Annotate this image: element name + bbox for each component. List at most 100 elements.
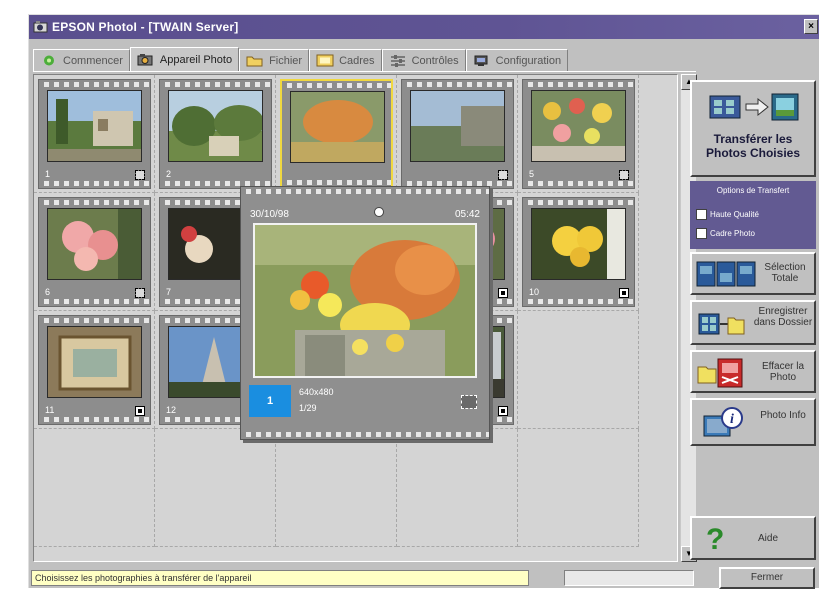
tab-label: Fichier bbox=[269, 54, 303, 67]
preview-resolution: 640x480 bbox=[299, 387, 334, 397]
film-sprockets bbox=[39, 200, 150, 205]
tab-fichier[interactable]: Fichier bbox=[239, 49, 310, 71]
photo-info-icon: i bbox=[702, 406, 746, 443]
help-icon: ? bbox=[706, 523, 725, 556]
thumbnail-number: 2 bbox=[166, 169, 172, 179]
thumbnail-cell[interactable]: 11 bbox=[34, 311, 155, 429]
thumbnail-image bbox=[410, 90, 505, 162]
thumbnail-frame: 11 bbox=[38, 315, 151, 425]
start-icon bbox=[40, 54, 58, 67]
thumbnail-cell[interactable]: 2 bbox=[155, 75, 276, 193]
frame-icon bbox=[316, 54, 334, 67]
thumbnail-number: 1 bbox=[45, 169, 51, 179]
thumbnail-frame: 10 bbox=[522, 197, 635, 307]
tab-label: Contrôles bbox=[411, 54, 459, 67]
delete-photo-button[interactable]: Effacer la Photo bbox=[690, 350, 816, 393]
thumbnail-frame-selected bbox=[280, 79, 393, 189]
thumbnail-frame: 2 bbox=[159, 79, 272, 189]
thumbnail-cell-empty bbox=[518, 429, 639, 547]
preview-number-badge: 1 bbox=[249, 385, 291, 417]
select-checkbox[interactable] bbox=[619, 170, 629, 180]
tab-commencer[interactable]: Commencer bbox=[33, 49, 130, 71]
thumbnail-cell[interactable]: 5 bbox=[518, 75, 639, 193]
select-checkbox[interactable] bbox=[135, 406, 145, 416]
tab-controles[interactable]: Contrôles bbox=[381, 49, 466, 71]
thumbnail-image bbox=[47, 90, 142, 162]
select-checkbox[interactable] bbox=[135, 288, 145, 298]
film-sprockets bbox=[282, 180, 391, 185]
photo-info-label: Photo Info bbox=[760, 410, 806, 421]
thumbnail-image bbox=[531, 90, 626, 162]
thumbnail-cell[interactable]: 10 bbox=[518, 193, 639, 311]
photo-info-button[interactable]: i Photo Info bbox=[690, 398, 816, 446]
tab-label: Cadres bbox=[339, 54, 375, 67]
option-high-quality[interactable]: Haute Qualité bbox=[696, 209, 759, 220]
thumbnail-cell[interactable] bbox=[397, 75, 518, 193]
high-quality-checkbox[interactable] bbox=[696, 209, 707, 220]
thumbnail-number: 6 bbox=[45, 287, 51, 297]
transfer-photos-button[interactable]: Transférer les Photos Choisies bbox=[690, 80, 816, 177]
transfer-label: Transférer les Photos Choisies bbox=[705, 132, 800, 160]
thumbnail-number: 11 bbox=[45, 405, 55, 415]
select-all-button[interactable]: Sélection Totale bbox=[690, 252, 816, 295]
preview-pin-icon bbox=[374, 207, 384, 217]
select-all-icon bbox=[696, 259, 758, 292]
tab-appareil-photo[interactable]: Appareil Photo bbox=[129, 47, 240, 71]
tab-label: Configuration bbox=[495, 54, 562, 67]
tab-label: Appareil Photo bbox=[159, 53, 233, 66]
film-sprockets bbox=[241, 432, 489, 437]
thumbnail-cell[interactable] bbox=[276, 75, 397, 193]
delete-photo-icon bbox=[696, 357, 748, 392]
thumbnail-frame: 5 bbox=[522, 79, 635, 189]
progress-bar bbox=[564, 570, 694, 586]
preview-select-checkbox[interactable] bbox=[461, 395, 477, 409]
select-checkbox[interactable] bbox=[498, 170, 508, 180]
app-icon bbox=[33, 20, 49, 34]
save-folder-icon bbox=[698, 310, 746, 341]
tab-divider bbox=[33, 71, 696, 72]
help-label: Aide bbox=[757, 533, 778, 544]
film-sprockets bbox=[39, 181, 150, 186]
tab-configuration[interactable]: Configuration bbox=[465, 49, 569, 71]
film-sprockets bbox=[39, 299, 150, 304]
film-sprockets bbox=[523, 299, 634, 304]
thumbnail-grid: 1 2 5 6 7 10 11 12 30/10/98 05:42 1 640x… bbox=[33, 74, 678, 562]
film-sprockets bbox=[523, 82, 634, 87]
window-title: EPSON PhotoI - [TWAIN Server] bbox=[52, 20, 239, 34]
help-button[interactable]: ? Aide bbox=[690, 516, 816, 560]
thumbnail-number: 10 bbox=[529, 287, 540, 297]
status-bar: Choisissez les photographies à transfére… bbox=[29, 567, 819, 589]
save-to-folder-button[interactable]: Enregistrer dans Dossier bbox=[690, 300, 816, 345]
preview-counter: 1/29 bbox=[299, 403, 317, 413]
select-checkbox[interactable] bbox=[498, 288, 508, 298]
film-sprockets bbox=[402, 82, 513, 87]
tab-label: Commencer bbox=[63, 54, 123, 67]
thumbnail-frame: 1 bbox=[38, 79, 151, 189]
thumbnail-cell[interactable]: 1 bbox=[34, 75, 155, 193]
photo-frame-label: Cadre Photo bbox=[710, 229, 755, 238]
film-sprockets bbox=[241, 189, 489, 194]
preview-date: 30/10/98 bbox=[250, 209, 289, 220]
option-photo-frame[interactable]: Cadre Photo bbox=[696, 228, 755, 239]
tab-cadres[interactable]: Cadres bbox=[309, 49, 382, 71]
film-sprockets bbox=[523, 181, 634, 186]
thumbnail-image bbox=[47, 326, 142, 398]
close-button[interactable]: Fermer bbox=[719, 567, 815, 589]
select-checkbox[interactable] bbox=[619, 288, 629, 298]
thumbnail-cell-empty bbox=[276, 429, 397, 547]
status-message: Choisissez les photographies à transfére… bbox=[31, 570, 529, 586]
tab-bar: Commencer Appareil Photo Fichier Cadres … bbox=[33, 47, 569, 71]
thumbnail-image bbox=[290, 91, 385, 163]
photo-frame-checkbox[interactable] bbox=[696, 228, 707, 239]
close-window-button[interactable]: × bbox=[804, 19, 818, 34]
thumbnail-image bbox=[168, 90, 263, 162]
thumbnail-cell-empty bbox=[34, 429, 155, 547]
preview-time: 05:42 bbox=[454, 209, 480, 220]
film-sprockets bbox=[282, 83, 391, 88]
film-sprockets bbox=[39, 318, 150, 323]
thumbnail-cell[interactable]: 6 bbox=[34, 193, 155, 311]
select-checkbox[interactable] bbox=[498, 406, 508, 416]
film-sprockets bbox=[39, 82, 150, 87]
select-checkbox[interactable] bbox=[135, 170, 145, 180]
thumbnail-number: 5 bbox=[529, 169, 535, 179]
